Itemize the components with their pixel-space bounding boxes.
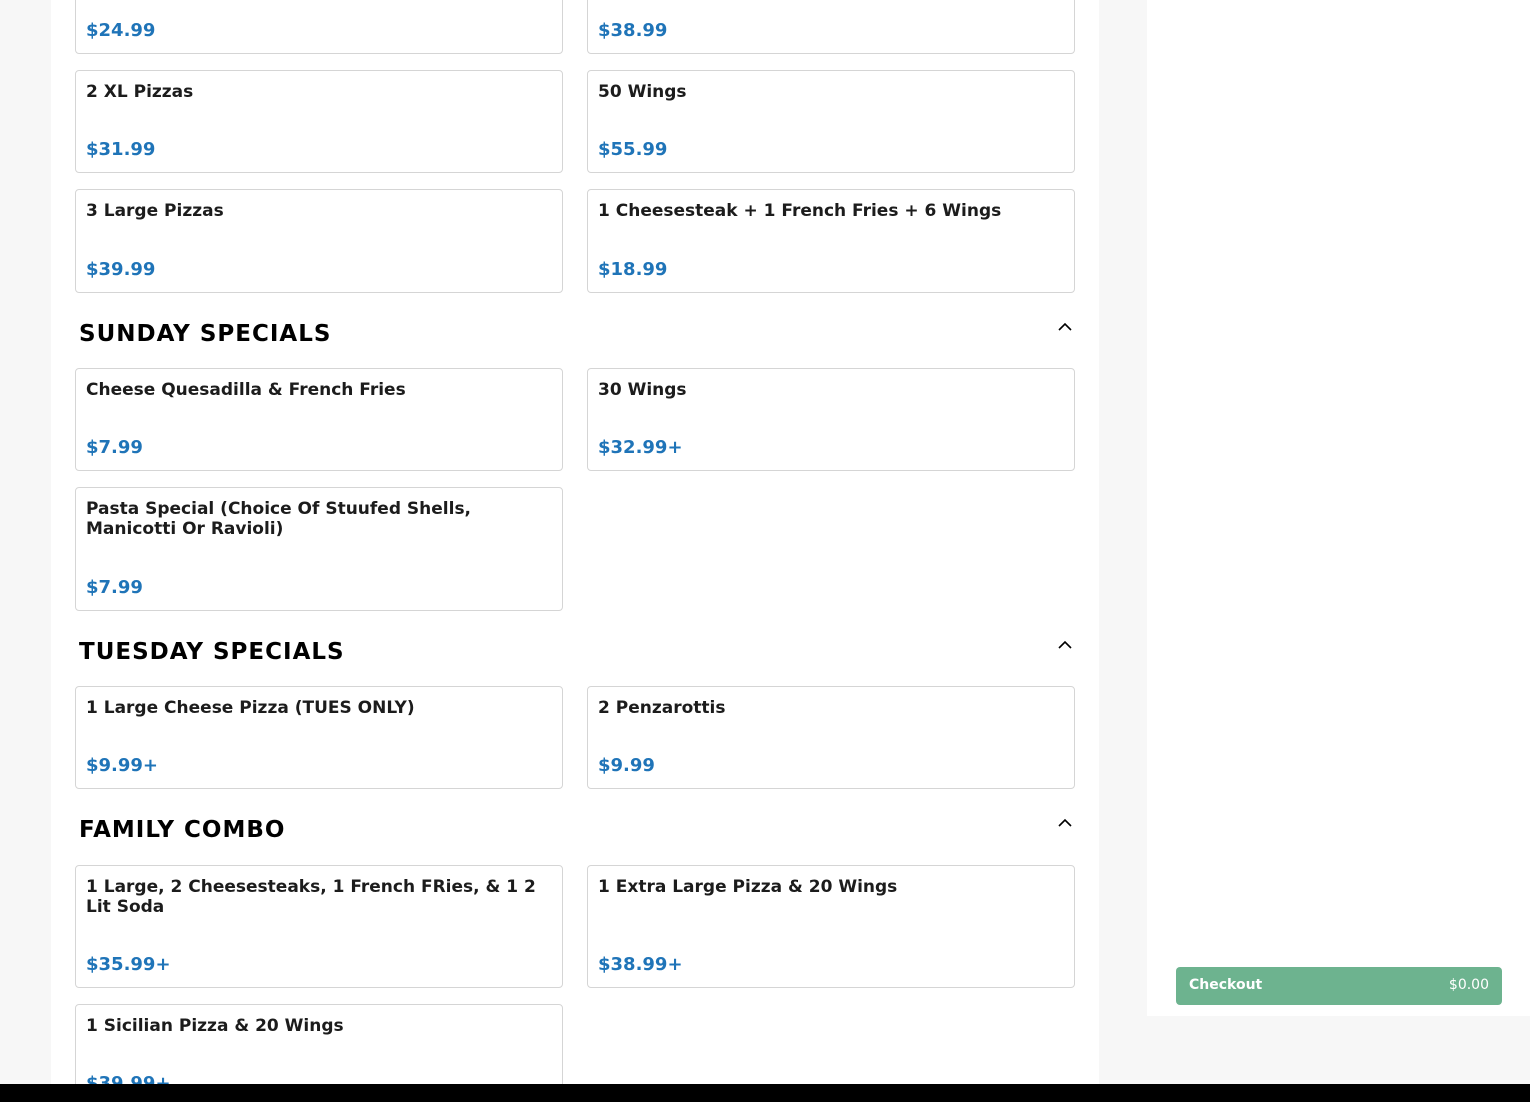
menu-item-card[interactable]: $24.99 [75, 0, 563, 54]
section-title-family-combo: FAMILY COMBO [79, 817, 286, 843]
menu-item-card[interactable]: 50 Wings $55.99 [587, 70, 1075, 173]
item-name: 1 Large Cheese Pizza (TUES ONLY) [86, 698, 415, 718]
checkout-label: Checkout [1189, 977, 1263, 993]
item-price: $35.99+ [86, 954, 171, 975]
item-price: $38.99 [598, 20, 668, 41]
item-name: 2 Penzarottis [598, 698, 726, 718]
checkout-total: $0.00 [1448, 977, 1489, 993]
item-price: $39.99 [86, 259, 156, 280]
section-title-tuesday-specials: TUESDAY SPECIALS [79, 639, 345, 665]
menu-item-card[interactable]: 1 Sicilian Pizza & 20 Wings $39.99+ [75, 1004, 563, 1084]
menu-item-card[interactable]: 3 Large Pizzas $39.99 [75, 189, 563, 293]
cart-panel [1147, 0, 1530, 1016]
menu-item-card[interactable]: 1 Large Cheese Pizza (TUES ONLY) $9.99+ [75, 686, 563, 789]
item-price: $9.99 [598, 755, 655, 776]
item-price: $32.99+ [598, 437, 683, 458]
item-name: 1 Large, 2 Cheesesteaks, 1 French FRies,… [86, 877, 536, 917]
item-price: $18.99 [598, 259, 668, 280]
chevron-up-icon[interactable] [1057, 321, 1073, 333]
item-name: 1 Sicilian Pizza & 20 Wings [86, 1016, 344, 1036]
item-name: 2 XL Pizzas [86, 82, 194, 102]
menu-item-card[interactable]: $38.99 [587, 0, 1075, 54]
item-name: 1 Cheesesteak + 1 French Fries + 6 Wings [598, 201, 1002, 221]
item-price: $7.99 [86, 437, 143, 458]
item-name: 50 Wings [598, 82, 687, 102]
chevron-up-icon[interactable] [1057, 817, 1073, 829]
item-price: $38.99+ [598, 954, 683, 975]
item-name: Pasta Special (Choice Of Stuufed Shells,… [86, 499, 472, 539]
menu-item-card[interactable]: 1 Extra Large Pizza & 20 Wings $38.99+ [587, 865, 1075, 988]
item-name: 30 Wings [598, 380, 687, 400]
item-name: 1 Extra Large Pizza & 20 Wings [598, 877, 898, 897]
item-name: Cheese Quesadilla & French Fries [86, 380, 406, 400]
item-name: 3 Large Pizzas [86, 201, 224, 221]
item-price: $24.99 [86, 20, 156, 41]
item-price: $39.99+ [86, 1073, 171, 1084]
item-price: $55.99 [598, 139, 668, 160]
item-price: $31.99 [86, 139, 156, 160]
menu-item-card[interactable]: 30 Wings $32.99+ [587, 368, 1075, 471]
menu-item-card[interactable]: 1 Large, 2 Cheesesteaks, 1 French FRies,… [75, 865, 563, 988]
menu-column: $24.99 $38.99 2 XL Pizzas $31.99 50 Wing… [51, 0, 1099, 1084]
menu-item-card[interactable]: Pasta Special (Choice Of Stuufed Shells,… [75, 487, 563, 611]
chevron-up-icon[interactable] [1057, 639, 1073, 651]
menu-item-card[interactable]: 1 Cheesesteak + 1 French Fries + 6 Wings… [587, 189, 1075, 293]
item-price: $9.99+ [86, 755, 159, 776]
menu-item-card[interactable]: 2 Penzarottis $9.99 [587, 686, 1075, 789]
bottom-bar [0, 1084, 1530, 1102]
checkout-button[interactable]: Checkout $0.00 [1176, 967, 1502, 1005]
menu-item-card[interactable]: 2 XL Pizzas $31.99 [75, 70, 563, 173]
section-title-sunday-specials: SUNDAY SPECIALS [79, 321, 332, 347]
item-price: $7.99 [86, 577, 143, 598]
menu-item-card[interactable]: Cheese Quesadilla & French Fries $7.99 [75, 368, 563, 471]
